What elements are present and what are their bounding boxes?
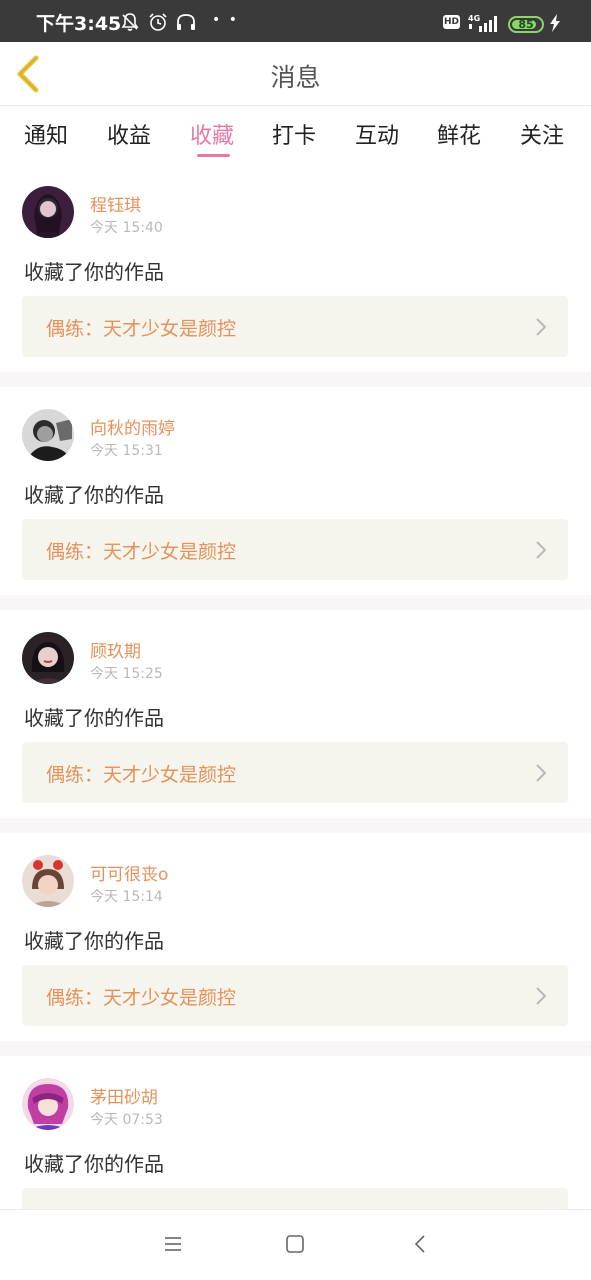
tab-favorites[interactable]: 收藏 [190,118,234,150]
timestamp: 今天 07:53 [90,1112,163,1128]
hd-icon: HD [443,15,460,29]
more-dots-icon: • • [212,12,239,28]
back-triangle-icon[interactable] [410,1234,430,1258]
timestamp: 今天 15:25 [90,666,163,682]
avatar[interactable] [22,186,74,238]
work-title: 偶练：天才少女是颜控 [46,318,237,340]
action-text: 收藏了你的作品 [24,706,164,730]
charging-icon [549,14,561,36]
username[interactable]: 可可很丧o [90,860,168,885]
avatar[interactable] [22,632,74,684]
work-link[interactable]: 偶练：天才少女是颜控 [22,965,568,1026]
tab-notifications[interactable]: 通知 [24,118,68,150]
avatar[interactable] [22,1078,74,1130]
chevron-right-icon [536,318,547,340]
chevron-right-icon [536,764,547,786]
avatar[interactable] [22,855,74,907]
tab-checkin[interactable]: 打卡 [272,118,316,150]
work-link[interactable] [22,1188,568,1209]
list-item: 茅田砂胡 今天 07:53 收藏了你的作品 [0,1078,591,1209]
signal-icon: 4G [467,13,501,37]
work-title: 偶练：天才少女是颜控 [46,541,237,563]
work-link[interactable]: 偶练：天才少女是颜控 [22,296,568,357]
active-tab-indicator [197,154,230,157]
action-text: 收藏了你的作品 [24,1152,164,1176]
page-title: 消息 [270,63,321,92]
battery-level: 85 [518,18,534,31]
work-title: 偶练：天才少女是颜控 [46,764,237,786]
avatar[interactable] [22,409,74,461]
tab-flowers[interactable]: 鲜花 [437,118,481,150]
headset-icon [175,12,197,36]
header: 消息 [0,42,591,106]
divider [0,372,591,387]
action-text: 收藏了你的作品 [24,929,164,953]
timestamp: 今天 15:31 [90,443,163,459]
battery-icon: 85 [508,16,544,33]
username[interactable]: 顾玖期 [90,637,141,662]
action-text: 收藏了你的作品 [24,260,164,284]
system-nav-bar [0,1209,591,1280]
work-title: 偶练：天才少女是颜控 [46,987,237,1009]
status-bar: 下午3:45 • • HD 4G 85 [0,0,591,42]
bell-off-icon [120,12,140,36]
divider [0,1041,591,1056]
tab-following[interactable]: 关注 [520,118,564,150]
action-text: 收藏了你的作品 [24,483,164,507]
network-label: 4G [468,14,480,23]
timestamp: 今天 15:14 [90,889,163,905]
home-square-icon[interactable] [285,1234,305,1258]
list-item: 向秋的雨婷 今天 15:31 收藏了你的作品 偶练：天才少女是颜控 [0,409,591,617]
list-item: 顾玖期 今天 15:25 收藏了你的作品 偶练：天才少女是颜控 [0,632,591,840]
divider [0,818,591,833]
divider [0,595,591,610]
chevron-right-icon [536,987,547,1009]
timestamp: 今天 15:40 [90,220,163,236]
work-link[interactable]: 偶练：天才少女是颜控 [22,519,568,580]
alarm-icon [147,12,169,36]
username[interactable]: 茅田砂胡 [90,1083,158,1108]
chevron-right-icon [536,541,547,563]
username[interactable]: 向秋的雨婷 [90,414,175,439]
tab-earnings[interactable]: 收益 [107,118,151,150]
username[interactable]: 程钰琪 [90,191,141,216]
tab-interaction[interactable]: 互动 [355,118,399,150]
menu-icon[interactable] [163,1234,183,1258]
tab-bar: 通知 收益 收藏 打卡 互动 鲜花 关注 [0,107,591,165]
list-item: 程钰琪 今天 15:40 收藏了你的作品 偶练：天才少女是颜控 [0,186,591,394]
status-time: 下午3:45 [36,13,122,35]
work-link[interactable]: 偶练：天才少女是颜控 [22,742,568,803]
list-item: 可可很丧o 今天 15:14 收藏了你的作品 偶练：天才少女是颜控 [0,855,591,1063]
